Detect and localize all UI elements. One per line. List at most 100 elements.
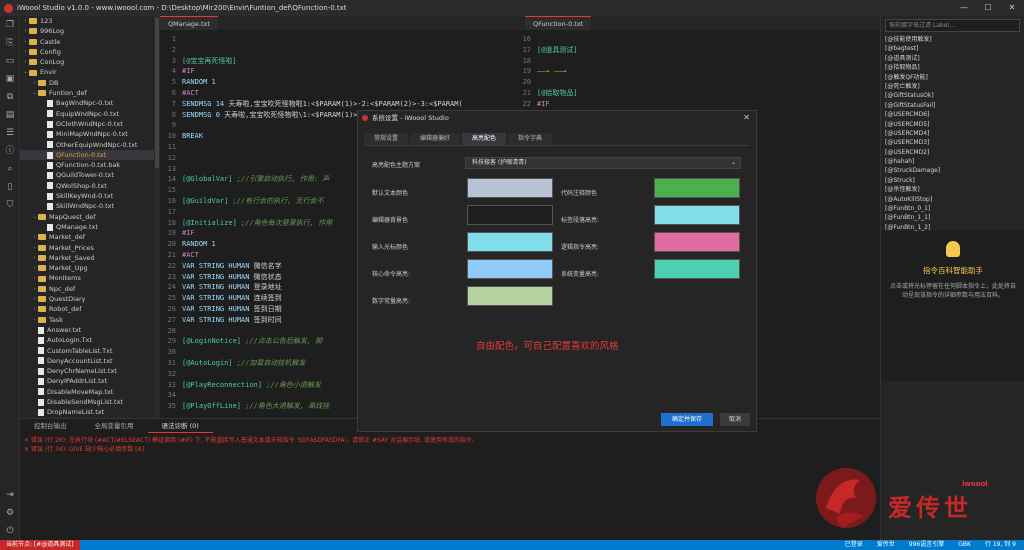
folder-item[interactable]: › Castle <box>20 37 154 47</box>
folder-item[interactable]: ⌄ Funtion_def <box>20 88 154 98</box>
tab-qfunction[interactable]: QFunction-0.txt <box>525 16 592 30</box>
tab-diagnostics[interactable]: 语法诊断 (0) <box>147 419 213 433</box>
folder-item[interactable]: › Market_def <box>20 232 154 242</box>
color-swatch[interactable] <box>654 232 740 252</box>
file-item[interactable]: QGuildTower-0.txt <box>20 170 154 180</box>
folder-item[interactable]: › Market_Saved <box>20 253 154 263</box>
logout-icon[interactable]: ⇥ <box>0 486 20 504</box>
status-encoding[interactable]: GBK <box>958 540 971 550</box>
code-line[interactable]: 19 ——→ ——→ <box>515 66 880 77</box>
code-line[interactable]: 22 #IF <box>515 99 880 110</box>
tab-console[interactable]: 控制台输出 <box>20 419 81 433</box>
power-icon[interactable]: ⏻ <box>0 522 20 540</box>
maximize-icon[interactable]: ☐ <box>976 0 1000 16</box>
folder-icon[interactable]: ▭ <box>0 52 20 70</box>
book-icon[interactable]: ▯ <box>0 178 20 196</box>
folder-item[interactable]: ⌄ MapQuest_def <box>20 212 154 222</box>
search-icon[interactable]: ⌕ <box>0 160 20 178</box>
error-line[interactable]: ✕ 错误 (行 34): GIVE 缺少核心必填参数 [A] <box>20 445 880 454</box>
code-line[interactable]: 6 #ACT <box>160 88 515 99</box>
file-item[interactable]: Answer.txt <box>20 325 154 335</box>
folder-item[interactable]: › MonItems <box>20 273 154 283</box>
tab-qmanage[interactable]: QManage.txt <box>160 16 218 30</box>
folder-item[interactable]: › DB <box>20 78 154 88</box>
file-item[interactable]: DenyAccountList.txt <box>20 356 154 366</box>
code-line[interactable]: 18 <box>515 56 880 67</box>
label-item[interactable]: [@GiftStatusFail] <box>885 101 1020 110</box>
file-item[interactable]: DenyIPAddrList.txt <box>20 376 154 386</box>
label-item[interactable]: [@FunBtn_1_1] <box>885 213 1020 222</box>
label-item[interactable]: [@触发QF功能] <box>885 73 1020 82</box>
file-item[interactable]: AutoLogin.Txt <box>20 335 154 345</box>
folder-item[interactable]: › Robot_def <box>20 304 154 314</box>
code-line[interactable]: 20 <box>515 77 880 88</box>
save-button[interactable]: 确定并保存 <box>661 413 713 426</box>
settings-icon[interactable]: ⚙ <box>0 504 20 522</box>
label-item[interactable]: [@USERCMD6] <box>885 110 1020 119</box>
file-item[interactable]: CustomTableList.Txt <box>20 346 154 356</box>
document-icon[interactable]: ▤ <box>0 106 20 124</box>
label-item[interactable]: [@GiftStatusOk] <box>885 91 1020 100</box>
code-line[interactable]: 5 RANDOM 1 <box>160 77 515 88</box>
folder-item[interactable]: › Config <box>20 47 154 57</box>
folder-item[interactable]: › ConLog <box>20 57 154 67</box>
info-icon[interactable]: ⓘ <box>0 142 20 160</box>
files-icon[interactable]: ❐ <box>0 16 20 34</box>
color-swatch[interactable] <box>467 232 553 252</box>
error-line[interactable]: ✕ 错误 (行 26): 在执行块 (#ACT/#ELSEACT) 模组调用 (… <box>20 436 880 445</box>
file-item[interactable]: DisableMoveMap.txt <box>20 387 154 397</box>
scheme-select[interactable]: 科技极客 (护眼清青) ⌄ <box>465 157 741 169</box>
folder-item[interactable]: › 123 <box>20 16 154 26</box>
label-item[interactable]: [@死亡触发] <box>885 82 1020 91</box>
tab-editor-prefs[interactable]: 编辑器偏好 <box>410 133 461 145</box>
folder-item[interactable]: › Market_Upg <box>20 263 154 273</box>
cancel-button[interactable]: 取消 <box>720 413 750 426</box>
file-item[interactable]: EquipWndNpc-0.txt <box>20 109 154 119</box>
file-item[interactable]: MiniMapWndNpc-0.txt <box>20 129 154 139</box>
label-item[interactable]: [@bagtest] <box>885 44 1020 53</box>
code-line[interactable]: 21 [@拾取物品] <box>515 88 880 99</box>
color-swatch[interactable] <box>654 178 740 198</box>
folder-item[interactable]: › Market_Prices <box>20 243 154 253</box>
label-item[interactable]: [@AutoKillStop] <box>885 195 1020 204</box>
shield-icon[interactable]: ⛉ <box>0 196 20 214</box>
file-item[interactable]: SkillKeyWnd-0.txt <box>20 191 154 201</box>
folder-item[interactable]: › Task <box>20 315 154 325</box>
folder-item[interactable]: › Npc_def <box>20 284 154 294</box>
label-item[interactable]: [@USERCMD3] <box>885 138 1020 147</box>
code-line[interactable]: 16 <box>515 34 880 45</box>
code-line[interactable]: 2 <box>160 45 515 56</box>
label-item[interactable]: [@道具测试] <box>885 54 1020 63</box>
code-line[interactable]: 17 [@道具测试] <box>515 45 880 56</box>
minimize-icon[interactable]: — <box>952 0 976 16</box>
folder-item[interactable]: ⌄ Envir <box>20 67 154 77</box>
file-item[interactable]: OtherEquipWndNpc-0.txt <box>20 140 154 150</box>
code-line[interactable]: 4 #IF <box>160 66 515 77</box>
color-swatch[interactable] <box>467 286 553 306</box>
tab-global-vars[interactable]: 全局变量引用 <box>81 419 148 433</box>
file-item[interactable]: QWolShop-0.txt <box>20 181 154 191</box>
file-item[interactable]: DenyChrNameList.txt <box>20 366 154 376</box>
color-swatch[interactable] <box>654 259 740 279</box>
list-icon[interactable]: ☰ <box>0 124 20 142</box>
label-item[interactable]: [@FunBtn_1_2] <box>885 223 1020 231</box>
label-item[interactable]: [@USERCMD5] <box>885 120 1020 129</box>
color-swatch[interactable] <box>654 205 740 225</box>
label-item[interactable]: [@拾取物品] <box>885 63 1020 72</box>
copy-icon[interactable]: ⧉ <box>0 88 20 106</box>
label-item[interactable]: [@技能使用触发] <box>885 35 1020 44</box>
save-icon[interactable]: ▣ <box>0 70 20 88</box>
folder-item[interactable]: › 996Log <box>20 26 154 36</box>
dialog-close-icon[interactable]: ✕ <box>743 111 750 125</box>
color-swatch[interactable] <box>467 259 553 279</box>
file-item[interactable]: SkillWndNpc-0.txt <box>20 201 154 211</box>
label-item[interactable]: [@Struck] <box>885 176 1020 185</box>
color-swatch[interactable] <box>467 205 553 225</box>
file-item[interactable]: DropNameList.txt <box>20 407 154 417</box>
file-item[interactable]: QManage.txt <box>20 222 154 232</box>
tab-general[interactable]: 常规设置 <box>364 133 409 145</box>
label-item[interactable]: [@FunBtn_0_1] <box>885 204 1020 213</box>
label-item[interactable]: [@USERCMD4] <box>885 129 1020 138</box>
code-line[interactable]: 3 [@宝宝再死怪啦] <box>160 56 515 67</box>
label-search-input[interactable]: 按前缀字母过滤 Label... <box>885 19 1020 32</box>
